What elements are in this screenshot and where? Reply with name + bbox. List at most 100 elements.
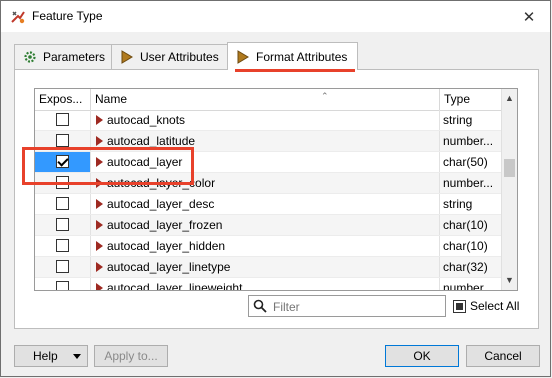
attribute-name: autocad_layer_color [107,176,216,190]
attribute-icon [96,157,103,167]
expose-checkbox[interactable] [56,218,69,231]
exposed-cell [35,131,91,151]
attribute-name: autocad_latitude [107,134,196,148]
table-row[interactable]: autocad_layer_hidden char(10) [35,236,503,257]
table-row[interactable]: autocad_layer_color number... [35,173,503,194]
feature-type-icon [11,11,25,24]
attribute-name-cell: autocad_layer_color [91,173,440,193]
expose-checkbox[interactable] [56,155,69,168]
filter-field[interactable] [248,295,446,317]
exposed-cell [35,152,91,172]
column-header-name[interactable]: Name ⌃ [91,89,440,110]
attributes-table[interactable]: Expos... Name ⌃ Type autocad_knots string… [34,88,518,291]
attribute-icon [121,50,133,64]
attribute-icon [96,136,103,146]
column-header-type[interactable]: Type [440,89,503,110]
vertical-scrollbar[interactable]: ▲ ▼ [501,89,517,290]
attribute-name: autocad_layer_desc [107,197,215,211]
search-icon [253,299,267,313]
exposed-cell [35,173,91,193]
table-header: Expos... Name ⌃ Type [35,89,503,111]
attribute-type: number... [443,176,494,190]
table-row[interactable]: autocad_knots string [35,110,503,131]
expose-checkbox[interactable] [56,281,69,290]
attribute-icon [237,49,249,64]
attribute-icon [96,199,103,209]
tab-label: Parameters [43,50,106,64]
attribute-type: char(10) [443,218,488,232]
attribute-icon [96,283,103,290]
attribute-name: autocad_layer_linetype [107,260,231,274]
cancel-button[interactable]: Cancel [466,345,540,367]
table-row[interactable]: autocad_layer_lineweight number... [35,278,503,291]
attribute-name-cell: autocad_layer [91,152,440,172]
attribute-name-cell: autocad_latitude [91,131,440,151]
exposed-cell [35,278,91,290]
window-title: Feature Type [32,9,103,23]
gear-icon [24,51,36,63]
select-all-label: Select All [470,299,520,313]
exposed-cell [35,194,91,214]
help-label: Help [33,349,58,363]
expose-checkbox[interactable] [56,176,69,189]
attribute-type: number... [443,281,494,291]
tab-format-attributes[interactable]: Format Attributes [227,42,358,70]
attribute-name: autocad_layer_frozen [107,218,223,232]
expose-checkbox[interactable] [56,134,69,147]
attribute-name: autocad_layer_lineweight [107,281,243,291]
expose-checkbox[interactable] [56,239,69,252]
attribute-name-cell: autocad_layer_hidden [91,236,440,256]
expose-checkbox[interactable] [56,260,69,273]
scroll-up-icon[interactable]: ▲ [502,91,517,106]
apply-to-button[interactable]: Apply to... [94,345,168,367]
sort-up-icon: ⌃ [321,91,329,101]
attribute-icon [96,178,103,188]
table-row[interactable]: autocad_layer char(50) [35,152,503,173]
tab-user-attributes[interactable]: User Attributes [111,44,228,69]
ok-button[interactable]: OK [385,345,459,367]
tab-label: Format Attributes [256,49,348,64]
select-all-checkbox[interactable] [453,299,466,313]
attribute-name-cell: autocad_layer_desc [91,194,440,214]
close-button[interactable]: ✕ [508,1,550,32]
select-all-toggle[interactable]: Select All [453,299,519,313]
tab-label: User Attributes [140,50,219,64]
table-row[interactable]: autocad_layer_frozen char(10) [35,215,503,236]
scroll-down-icon[interactable]: ▼ [502,273,517,288]
attribute-name: autocad_layer_hidden [107,239,226,253]
expose-checkbox[interactable] [56,197,69,210]
table-row[interactable]: autocad_layer_desc string [35,194,503,215]
attribute-name: autocad_layer [107,155,183,169]
tab-parameters[interactable]: Parameters [14,44,112,69]
exposed-cell [35,257,91,277]
exposed-cell [35,236,91,256]
attribute-name: autocad_knots [107,113,186,127]
attribute-type: char(32) [443,260,488,274]
title-bar: Feature Type ✕ [1,1,550,32]
table-row[interactable]: autocad_latitude number... [35,131,503,152]
chevron-down-icon [73,354,81,359]
attribute-icon [96,220,103,230]
help-button[interactable]: Help [14,345,88,367]
attribute-icon [96,241,103,251]
attribute-type: number... [443,134,494,148]
attribute-name-cell: autocad_layer_lineweight [91,278,440,291]
attribute-icon [96,115,103,125]
exposed-cell [35,110,91,130]
scrollbar-thumb[interactable] [504,159,515,177]
active-tab-highlight [235,69,355,72]
column-header-name-label: Name [95,92,128,106]
attribute-type: string [443,197,473,211]
attribute-icon [96,262,103,272]
attribute-name-cell: autocad_layer_frozen [91,215,440,235]
column-header-exposed[interactable]: Expos... [35,89,91,110]
filter-input[interactable] [271,298,445,316]
attribute-name-cell: autocad_layer_linetype [91,257,440,277]
expose-checkbox[interactable] [56,113,69,126]
table-body: autocad_knots string autocad_latitude numbe… [35,110,503,291]
attribute-name-cell: autocad_knots [91,110,440,130]
feature-type-dialog: Feature Type ✕ Parameters User Attribute… [0,0,551,377]
table-row[interactable]: autocad_layer_linetype char(32) [35,257,503,278]
attribute-type: char(50) [443,155,488,169]
close-icon: ✕ [522,8,536,26]
